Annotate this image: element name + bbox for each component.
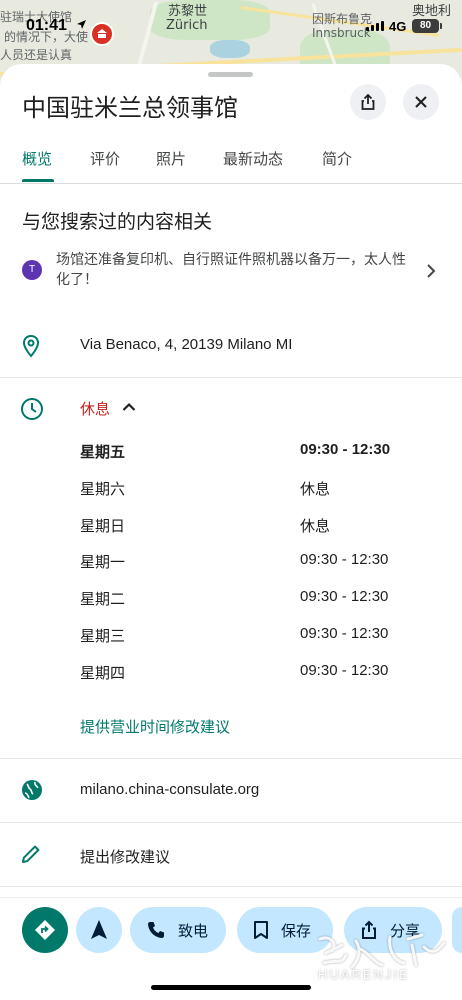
- avatar: T: [22, 260, 42, 280]
- suggest-hours-link[interactable]: 提供营业时间修改建议: [80, 716, 230, 737]
- share-icon: [361, 93, 375, 110]
- phone-icon: [148, 922, 164, 938]
- hours-time: 09:30 - 12:30: [300, 588, 389, 605]
- battery-icon: 80: [412, 19, 442, 33]
- signal-icon: [366, 21, 384, 31]
- pencil-icon: [22, 845, 40, 863]
- hours-time: 09:30 - 12:30: [300, 625, 389, 642]
- website-link[interactable]: milano.china-consulate.org: [80, 781, 259, 798]
- tab-bar: 概览 评价 照片 最新动态 简介: [0, 144, 462, 184]
- divider: [0, 377, 462, 378]
- tab-reviews[interactable]: 评价: [90, 148, 120, 169]
- share-button[interactable]: [350, 84, 386, 120]
- divider: [0, 758, 462, 759]
- directions-button[interactable]: [22, 907, 68, 953]
- start-navigation-button[interactable]: [76, 907, 122, 953]
- home-indicator[interactable]: [151, 985, 311, 990]
- related-review-row[interactable]: T 场馆还准备复印机、自行照证件照机器以备万一，太人性化了！: [22, 250, 442, 294]
- navigation-arrow-icon: [91, 920, 107, 939]
- hours-day: 星期日: [80, 517, 126, 535]
- tab-overview[interactable]: 概览: [22, 148, 52, 169]
- divider: [0, 822, 462, 823]
- save-label: 保存: [281, 921, 312, 940]
- hours-day: 星期一: [80, 553, 126, 571]
- divider: [0, 886, 462, 887]
- clock-icon: [21, 398, 43, 420]
- tab-photos[interactable]: 照片: [156, 148, 186, 169]
- hours-day: 星期三: [80, 627, 126, 645]
- watermark-text: HUARENJIE: [318, 967, 410, 982]
- tab-about[interactable]: 简介: [322, 148, 352, 169]
- bookmark-icon: [254, 921, 268, 939]
- address-text[interactable]: Via Benaco, 4, 20139 Milano MI: [80, 336, 292, 353]
- chevron-right-icon: [427, 264, 436, 278]
- call-button[interactable]: 致电: [130, 907, 226, 953]
- location-arrow-icon: [77, 20, 86, 29]
- location-pin-icon: [22, 334, 40, 358]
- tab-updates[interactable]: 最新动态: [223, 148, 283, 169]
- hours-day: 星期六: [80, 480, 126, 498]
- map-label: 人员还是认真: [0, 48, 73, 62]
- hours-time: 休息: [300, 481, 331, 498]
- sheet-grabber[interactable]: [208, 72, 253, 77]
- hours-day: 星期四: [80, 664, 126, 682]
- active-tab-indicator: [22, 179, 54, 182]
- globe-icon: [22, 780, 42, 800]
- suggest-edit-link[interactable]: 提出修改建议: [80, 846, 170, 867]
- hours-status[interactable]: 休息: [80, 398, 110, 419]
- watermark-logo-icon: [318, 933, 446, 969]
- hours-time: 09:30 - 12:30: [300, 441, 391, 458]
- directions-icon: [35, 920, 55, 940]
- status-time: 01:41: [26, 17, 67, 34]
- hours-time: 09:30 - 12:30: [300, 551, 389, 568]
- place-sheet: 中国驻米兰总领事馆 概览 评价 照片 最新动态 简介 与您搜索过的内容相关 T …: [0, 64, 462, 1000]
- related-section-title: 与您搜索过的内容相关: [22, 211, 213, 233]
- more-actions-button[interactable]: [452, 907, 462, 953]
- close-button[interactable]: [403, 84, 439, 120]
- hours-time: 09:30 - 12:30: [300, 662, 389, 679]
- review-snippet: 场馆还准备复印机、自行照证件照机器以备万一，太人性化了！: [56, 252, 406, 288]
- hours-day: 星期二: [80, 590, 126, 608]
- status-bar: 01:41 4G 80: [0, 0, 462, 44]
- network-type: 4G: [389, 19, 407, 34]
- call-label: 致电: [178, 921, 209, 940]
- hours-time: 休息: [300, 518, 331, 535]
- hours-day: 星期五: [80, 443, 126, 461]
- place-title: 中国驻米兰总领事馆: [22, 94, 238, 122]
- chevron-up-icon[interactable]: [122, 402, 136, 412]
- close-icon: [415, 96, 427, 108]
